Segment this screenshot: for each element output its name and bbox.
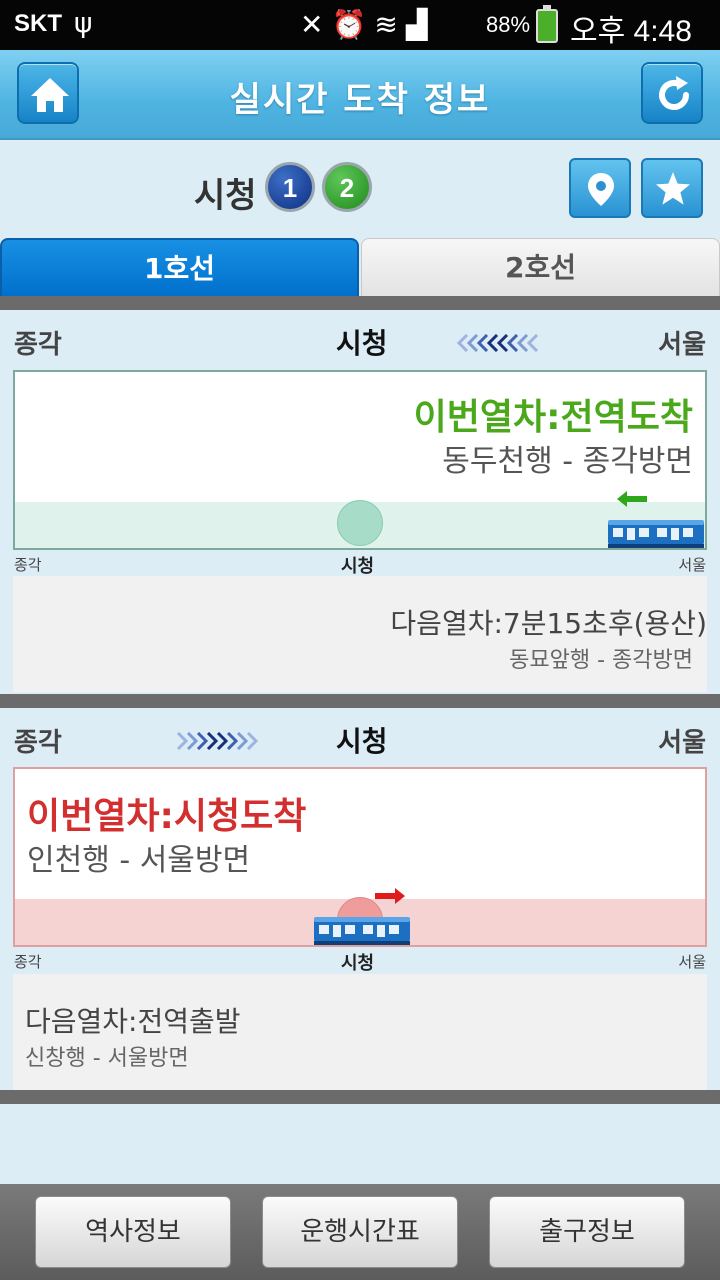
system-icons: ✕⏰≋▟ [300,8,435,41]
star-icon [656,172,690,205]
direction-left-arrows-icon [457,334,539,352]
prev-station-label: 종각 [14,728,62,758]
tab-line-2[interactable]: 2호선 [361,238,720,296]
train-icon [608,520,704,548]
current-train-card-2[interactable]: 이번열차:시청도착 인천행 - 서울방면 [13,767,707,947]
next-station-label: 서울 [658,728,706,758]
direction-right-arrows-icon [176,732,259,750]
arrow-left-icon [617,491,647,507]
app-header: 실시간 도착 정보 [0,50,720,140]
direction-header: 종각 시청 서울 [0,708,720,764]
mute-icon: ✕ [300,8,332,41]
next-station-label: 서울 [658,330,706,360]
page-title: 실시간 도착 정보 [229,80,491,120]
next-train-destination: 동묘앞행 - 종각방면 [509,648,693,673]
track-bar [15,500,705,548]
arrow-right-icon [375,888,405,904]
station-row: 시청 1 2 [0,142,720,238]
signal-icon: ▟ [405,8,436,41]
current-station-label: 시청 [336,327,388,360]
direction-header: 종각 시청 서울 [0,310,720,366]
divider [0,694,720,708]
station-name: 시청 [194,176,257,216]
current-train-destination: 동두천행 - 종각방면 [442,444,693,479]
divider [0,296,720,310]
line-badge-1[interactable]: 1 [265,162,315,212]
station-info-button[interactable]: 역사정보 [35,1196,231,1268]
track-current-station: 시청 [341,556,375,577]
track-station-labels: 종각 시청 서울 [0,552,720,578]
current-station-label: 시청 [336,725,388,758]
next-train-destination: 신창행 - 서울방면 [25,1046,189,1071]
track-current-station: 시청 [341,953,375,974]
current-train-status: 이번열차:시청도착 [27,796,307,837]
prev-station-label: 종각 [14,330,62,360]
battery-icon [536,5,558,43]
next-train-status: 다음열차:전역출발 [25,1005,241,1038]
track-prev-station: 종각 [14,556,42,574]
favorite-button[interactable] [641,158,703,218]
timetable-button[interactable]: 운행시간표 [262,1196,458,1268]
track-station-labels: 종각 시청 서울 [0,949,720,975]
current-train-status: 이번열차:전역도착 [413,397,693,438]
next-train-card-2[interactable]: 다음열차:전역출발 신창행 - 서울방면 [13,974,707,1090]
bottom-bar: 역사정보 운행시간표 출구정보 [0,1184,720,1280]
next-train-status: 다음열차:7분15초후(용산) [390,607,707,640]
clock: 오후 4:48 [570,15,692,48]
track-next-station: 서울 [678,556,706,574]
divider [0,1090,720,1104]
location-button[interactable] [569,158,631,218]
track-next-station: 서울 [678,953,706,971]
line-tabs: 1호선 2호선 [0,238,720,296]
status-bar: SKT ψ ✕⏰≋▟ 88% 오후 4:48 [0,0,720,50]
next-train-card-1[interactable]: 다음열차:7분15초후(용산) 동묘앞행 - 종각방면 [13,576,707,692]
refresh-button[interactable] [641,62,703,124]
train-icon [314,917,410,945]
map-pin-icon [588,173,614,206]
usb-icon: ψ [74,6,93,39]
current-train-card-1[interactable]: 이번열차:전역도착 동두천행 - 종각방면 [13,370,707,550]
exit-info-button[interactable]: 출구정보 [489,1196,685,1268]
carrier-label: SKT [14,10,62,37]
alarm-icon: ⏰ [331,8,375,41]
track-prev-station: 종각 [14,953,42,971]
station-marker [337,500,383,546]
refresh-icon [659,76,689,110]
tab-line-1[interactable]: 1호선 [0,238,359,296]
wifi-icon: ≋ [374,8,406,41]
battery-percent: 88% [486,12,531,37]
current-train-destination: 인천행 - 서울방면 [27,843,251,878]
line-badge-2[interactable]: 2 [322,162,372,212]
